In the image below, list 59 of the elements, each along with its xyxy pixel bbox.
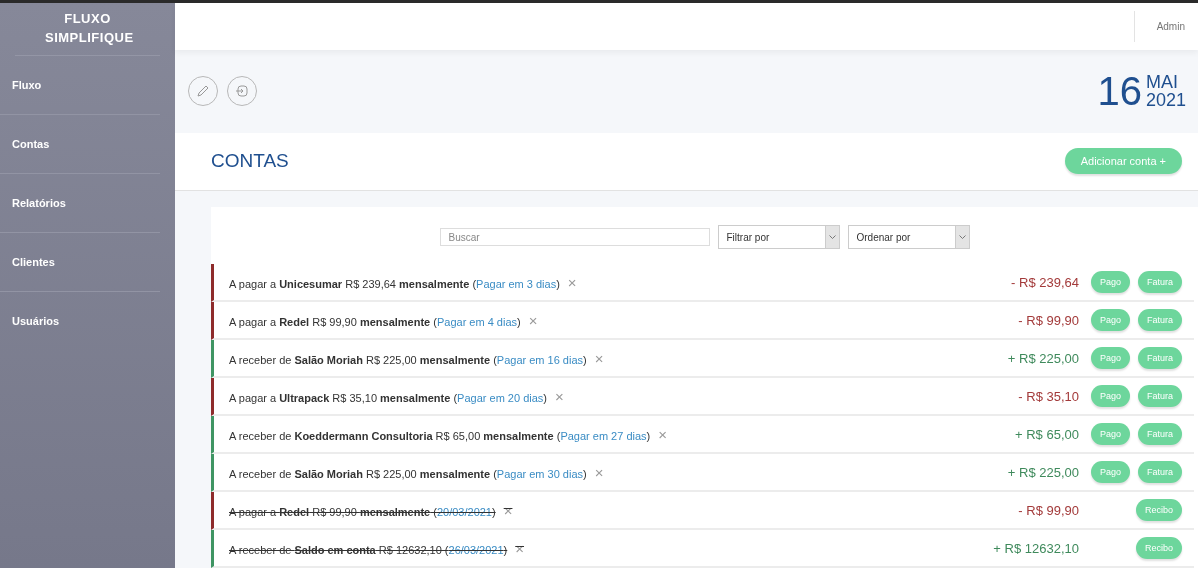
due-link[interactable]: Pagar em 20 dias — [457, 391, 544, 404]
status-button[interactable]: Pago — [1090, 385, 1130, 407]
status-button[interactable]: Pago — [1090, 309, 1130, 331]
search-field[interactable]: Buscar — [439, 228, 710, 246]
amount: + R$ 12632,10 — [993, 540, 1079, 556]
sidebar-item[interactable]: Usuários — [0, 292, 160, 350]
delete-button[interactable]: × — [594, 349, 604, 367]
date-year: 2021 — [1145, 91, 1186, 110]
delete-button[interactable]: × — [528, 311, 538, 329]
status-button[interactable]: Fatura — [1138, 271, 1182, 293]
date-month: MAI — [1145, 73, 1179, 92]
amount: - R$ 239,64 — [1011, 274, 1079, 290]
status-button[interactable]: Fatura — [1138, 309, 1182, 331]
status-button[interactable]: Pago — [1090, 461, 1130, 483]
account-description: A receber de Koeddermann Consultoria R$ 65,00 mensalmente (Pagar em 27 dias) × — [229, 425, 669, 443]
caret-icon — [958, 235, 966, 239]
status-button[interactable]: Pago — [1090, 347, 1130, 369]
filter-dropdown[interactable]: Filtrar por — [717, 225, 840, 249]
caret-icon — [828, 235, 836, 239]
amount: + R$ 225,00 — [1007, 350, 1079, 366]
page-title: CONTAS — [211, 150, 289, 173]
account-description: A pagar a Redel R$ 99,90 mensalmente (20/03/2021) × — [229, 501, 514, 519]
status-button[interactable]: Fatura — [1138, 461, 1182, 483]
delete-button[interactable]: × — [515, 539, 524, 557]
status-button[interactable]: Pago — [1090, 423, 1130, 445]
status-button[interactable]: Recibo — [1136, 499, 1182, 521]
order-dropdown[interactable]: Ordenar por — [847, 225, 970, 249]
delete-button[interactable]: × — [658, 425, 668, 443]
delete-button[interactable]: × — [503, 501, 513, 519]
due-link[interactable]: Pagar em 3 dias — [476, 277, 557, 290]
account-description: A receber de Salão Moriah R$ 225,00 mensalmente (Pagar em 30 dias) × — [229, 463, 605, 481]
sidebar-item[interactable]: Contas — [0, 115, 160, 174]
sidebar-item[interactable]: Clientes — [0, 233, 160, 292]
delete-button[interactable]: × — [555, 387, 564, 405]
account-description: A receber de Salão Moriah R$ 225,00 mensalmente (Pagar em 16 dias) × — [229, 349, 605, 367]
amount: - R$ 99,90 — [1018, 312, 1079, 328]
sidebar-item[interactable]: Fluxo — [0, 56, 160, 115]
delete-button[interactable]: × — [567, 273, 577, 291]
sidebar-item[interactable]: Relatórios — [0, 174, 160, 233]
amount: - R$ 35,10 — [1018, 388, 1079, 404]
account-description: A receber de Saldo em conta R$ 12632,10 (26/03/2021) × — [229, 539, 525, 557]
due-link[interactable]: 26/03/2021 — [448, 543, 504, 556]
add-account-button[interactable]: Adicionar conta + — [1064, 148, 1182, 175]
brand-title: FLUXO SIMPLIFIQUE — [15, 3, 160, 56]
user-name[interactable]: Admin — [1133, 11, 1198, 42]
status-button[interactable]: Fatura — [1138, 385, 1182, 407]
account-description: A pagar a Ultrapack R$ 35,10 mensalmente (Pagar em 20 dias) × — [229, 387, 565, 405]
date-day: 16 — [1097, 68, 1142, 114]
account-description: A pagar a Unicesumar R$ 239,64 mensalmente (Pagar em 3 dias) × — [229, 273, 578, 291]
account-description: A pagar a Redel R$ 99,90 mensalmente (Pagar em 4 dias) × — [229, 311, 539, 329]
status-button[interactable]: Fatura — [1138, 347, 1182, 369]
amount: - R$ 99,90 — [1018, 502, 1079, 518]
status-button[interactable]: Pago — [1090, 271, 1130, 293]
status-button[interactable]: Fatura — [1138, 423, 1182, 445]
delete-button[interactable]: × — [594, 463, 604, 481]
amount: + R$ 65,00 — [1015, 426, 1079, 442]
status-button[interactable]: Recibo — [1136, 537, 1182, 559]
amount: + R$ 225,00 — [1007, 464, 1079, 480]
due-link[interactable]: Pagar em 27 dias — [560, 429, 647, 442]
